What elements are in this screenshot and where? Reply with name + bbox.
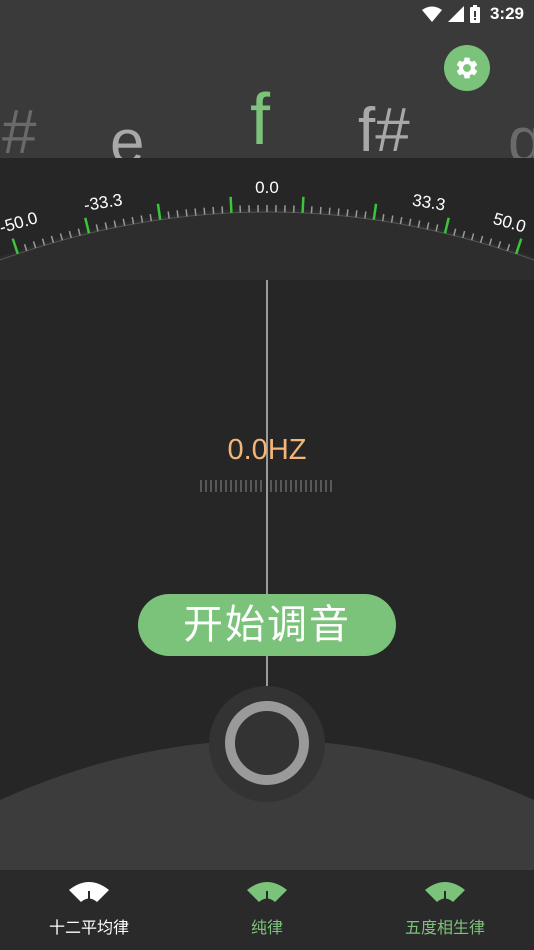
tuning-scale: -50.0 -33.3 0.0 33.3 50.0 — [0, 178, 534, 280]
minor-tick — [149, 213, 153, 222]
minor-tick — [381, 213, 385, 222]
minor-tick — [203, 207, 206, 215]
nav-item-pythagorean[interactable]: 五度相生律 — [356, 870, 534, 950]
gauge-icon — [425, 882, 465, 904]
minor-tick — [185, 209, 188, 217]
start-tuning-button[interactable]: 开始调音 — [138, 594, 396, 656]
minor-tick — [355, 210, 358, 218]
nav-item-just-intonation[interactable]: 纯律 — [178, 870, 356, 950]
minor-tick — [176, 210, 179, 218]
minor-tick — [328, 207, 331, 215]
signal-icon — [447, 6, 464, 22]
scale-label: 0.0 — [255, 178, 279, 197]
note-item-current[interactable]: f — [250, 84, 270, 156]
fine-tick-strip — [200, 480, 332, 492]
gauge-icon — [69, 882, 109, 904]
frequency-readout: 0.0HZ — [227, 434, 307, 466]
minor-tick — [364, 211, 367, 219]
wifi-icon — [421, 6, 442, 22]
nav-label: 纯律 — [250, 918, 283, 937]
gear-icon — [456, 57, 478, 79]
tuning-knob[interactable] — [217, 693, 317, 793]
major-tick — [301, 196, 305, 213]
minor-tick — [337, 208, 340, 216]
nav-item-equal-temperament[interactable]: 十二平均律 — [0, 870, 178, 950]
battery-icon — [469, 5, 480, 23]
status-time: 3:29 — [489, 4, 524, 23]
nav-label: 五度相生律 — [404, 918, 485, 937]
bottom-nav: 十二平均律 纯律 五度相生律 — [0, 870, 534, 950]
minor-tick — [319, 206, 322, 214]
gauge-icon — [247, 882, 287, 904]
minor-tick — [346, 209, 349, 217]
major-tick — [229, 196, 233, 213]
minor-tick — [194, 208, 197, 216]
minor-tick — [167, 211, 170, 219]
nav-label: 十二平均律 — [48, 918, 129, 937]
minor-tick — [212, 206, 215, 214]
status-icons: 3:29 — [421, 4, 524, 24]
status-bar: 3:29 — [0, 0, 534, 28]
